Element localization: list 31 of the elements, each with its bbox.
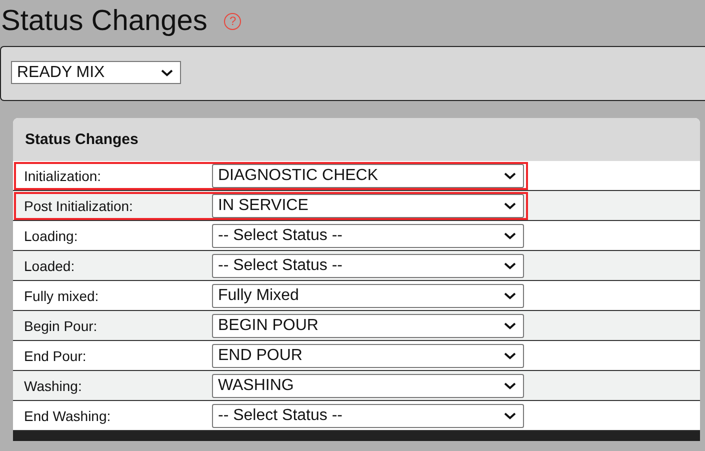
chevron-icon (504, 382, 516, 390)
chevron-icon (504, 202, 516, 210)
chevron-icon (504, 322, 516, 330)
row-label: Loaded: (23, 258, 76, 274)
status-select[interactable]: Fully Mixed (212, 284, 524, 308)
card-title: Status Changes (25, 131, 138, 148)
status-select[interactable]: WASHING (212, 374, 524, 398)
chevron-icon (504, 412, 516, 420)
status-select[interactable]: -- Select Status -- (212, 254, 524, 278)
type-select[interactable]: READY MIX (11, 61, 181, 84)
chevron-icon (504, 232, 516, 240)
chevron-icon (504, 292, 516, 300)
chevron-icon (504, 352, 516, 360)
row-label: End Washing: (23, 408, 112, 424)
status-select[interactable]: -- Select Status -- (212, 224, 524, 248)
status-select[interactable]: END POUR (212, 344, 524, 368)
status-select[interactable]: -- Select Status -- (212, 404, 524, 428)
chevron-icon (504, 262, 516, 270)
row-label: Post Initialization: (23, 198, 134, 214)
chevron-icon (504, 172, 516, 180)
row-label: End Pour: (23, 348, 88, 364)
row-label: Fully mixed: (23, 288, 100, 304)
status-select[interactable]: DIAGNOSTIC CHECK (212, 164, 524, 188)
status-select[interactable]: IN SERVICE (212, 194, 524, 218)
row-label: Washing: (23, 378, 83, 394)
row-label: Loading: (23, 228, 79, 244)
chevron-icon (161, 68, 173, 76)
row-label: Initialization: (23, 168, 102, 184)
page-title: Status Changes (1, 4, 208, 38)
status-select[interactable]: BEGIN POUR (212, 314, 524, 338)
row-label: Begin Pour: (23, 318, 98, 334)
